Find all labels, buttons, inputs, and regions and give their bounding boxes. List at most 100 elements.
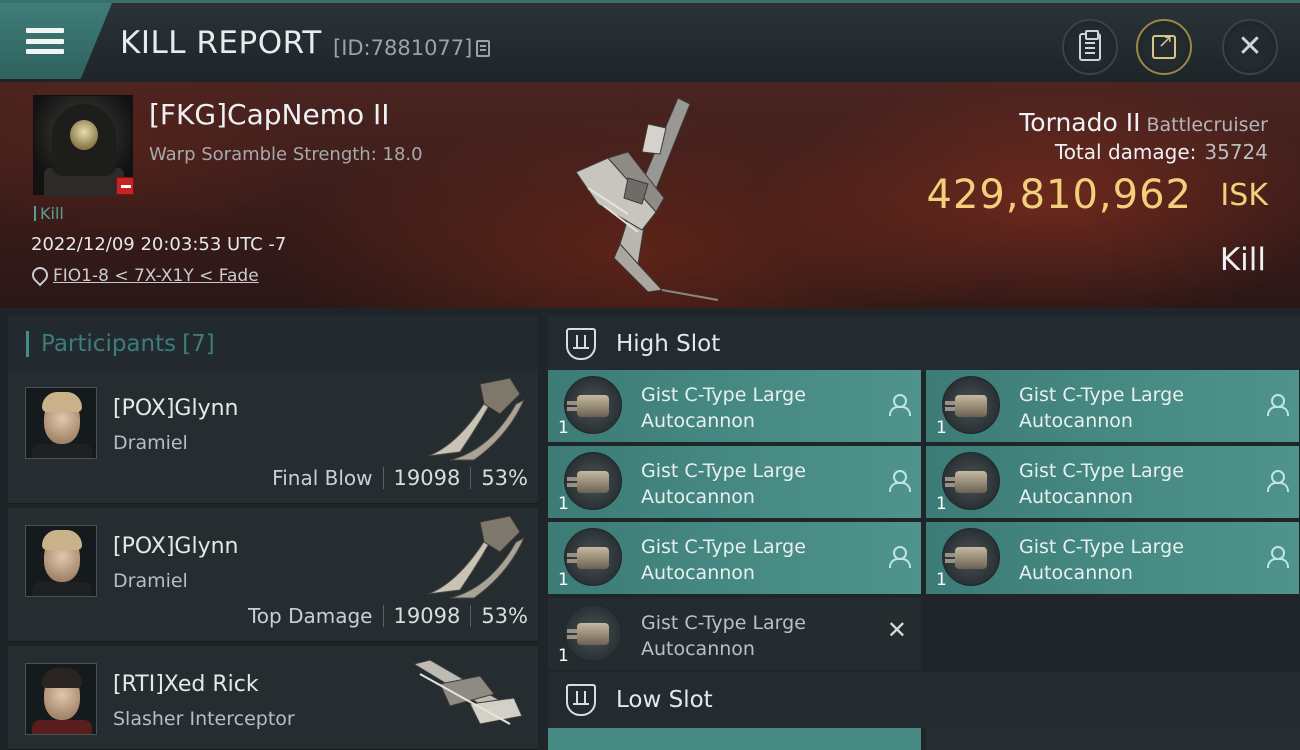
victim-subtitle: Warp Soramble Strength: 18.0: [149, 144, 423, 165]
module-item[interactable]: 1 Gist C-Type Large Autocannon: [926, 522, 1299, 594]
result-label: Kill: [1219, 242, 1266, 278]
total-damage: Total damage: 35724: [1055, 140, 1268, 164]
kill-location[interactable]: FIO1-8 < 7X-X1Y < Fade: [31, 266, 259, 286]
person-icon: [889, 470, 911, 492]
victim-ship-name[interactable]: Tornado II Battlecruiser: [1019, 108, 1268, 137]
module-name-line1: Gist C-Type Large: [1019, 536, 1184, 558]
module-name-line1: Gist C-Type Large: [641, 612, 806, 634]
kill-tag: Kill: [34, 204, 64, 223]
clipboard-button[interactable]: [1062, 19, 1118, 75]
module-quantity: 1: [558, 646, 569, 666]
location-pin-icon: [31, 267, 45, 285]
participant-name: [POX]Glynn: [113, 534, 239, 559]
participant-damage: 19098: [393, 466, 461, 490]
participant-ship-image: [427, 377, 526, 461]
low-slot-icon: [566, 684, 596, 716]
person-icon: [1267, 470, 1289, 492]
module-name-line1: Gist C-Type Large: [641, 536, 806, 558]
hamburger-icon: [26, 28, 64, 54]
header-bar: KILL REPORT [ID:7881077] ✕: [0, 0, 1300, 82]
participants-panel: Participants [7] [POX]Glynn Dramiel Fina…: [0, 308, 540, 750]
low-slot-module-peek[interactable]: [548, 728, 921, 750]
kill-timestamp: 2022/12/09 20:03:53 UTC -7: [31, 234, 287, 255]
location-link[interactable]: FIO1-8 < 7X-X1Y < Fade: [53, 266, 259, 286]
low-slot-header: Low Slot: [548, 672, 1300, 728]
participants-header: Participants [7]: [8, 316, 538, 372]
module-item[interactable]: 1 Gist C-Type Large Autocannon: [548, 446, 921, 518]
module-name: Gist C-Type Large Autocannon: [641, 458, 871, 510]
participant-name: [RTI]Xed Rick: [113, 672, 259, 697]
module-quantity: 1: [558, 494, 569, 514]
participant-card[interactable]: [POX]Glynn Dramiel Top Damage 19098 53%: [8, 508, 538, 642]
participant-ship: Dramiel: [113, 570, 188, 592]
module-name: Gist C-Type Large Autocannon: [641, 534, 871, 586]
participant-avatar[interactable]: [25, 525, 97, 597]
module-name: Gist C-Type Large Autocannon: [1019, 458, 1249, 510]
isk-unit: ISK: [1220, 178, 1268, 213]
participant-ship: Dramiel: [113, 432, 188, 454]
autocannon-icon: [564, 376, 622, 434]
divider: [470, 605, 472, 627]
participant-ship: Slasher Interceptor: [113, 708, 295, 730]
participant-stats: Top Damage 19098 53%: [248, 604, 528, 628]
report-id-text: [ID:7881077]: [333, 36, 473, 60]
share-button[interactable]: [1136, 19, 1192, 75]
victim-name[interactable]: [FKG]CapNemo II: [149, 98, 390, 131]
participant-tag: Final Blow: [272, 466, 373, 490]
menu-button[interactable]: [0, 3, 112, 79]
module-item[interactable]: 1 Gist C-Type Large Autocannon ✕: [548, 598, 921, 670]
ship-class: Battlecruiser: [1146, 114, 1268, 136]
person-icon: [1267, 546, 1289, 568]
divider: [470, 467, 472, 489]
participant-ship-image: [412, 659, 523, 725]
module-name-line2: Autocannon: [1019, 562, 1133, 584]
participants-title: Participants: [41, 331, 177, 357]
module-name-line2: Autocannon: [1019, 410, 1133, 432]
high-slot-title: High Slot: [616, 331, 721, 357]
page-title: KILL REPORT: [120, 25, 322, 61]
module-quantity: 1: [936, 494, 947, 514]
module-name: Gist C-Type Large Autocannon: [641, 382, 871, 434]
autocannon-icon: [942, 452, 1000, 510]
module-item[interactable]: 1 Gist C-Type Large Autocannon: [926, 370, 1299, 442]
total-damage-value: 35724: [1204, 140, 1268, 164]
person-icon: [889, 394, 911, 416]
participant-stats: Final Blow 19098 53%: [272, 466, 528, 490]
participant-percent: 53%: [481, 604, 528, 628]
module-name-line2: Autocannon: [641, 410, 755, 432]
close-button[interactable]: ✕: [1222, 19, 1278, 75]
autocannon-icon: [942, 528, 1000, 586]
isk-value: 429,810,962: [926, 172, 1192, 218]
module-name-line2: Autocannon: [641, 486, 755, 508]
destroyed-x-icon: ✕: [886, 616, 907, 644]
victim-ship-image: [575, 97, 719, 301]
module-name: Gist C-Type Large Autocannon: [1019, 534, 1249, 586]
module-quantity: 1: [558, 570, 569, 590]
participant-card[interactable]: [POX]Glynn Dramiel Final Blow 19098 53%: [8, 370, 538, 504]
low-slot-module-peek[interactable]: [926, 728, 1300, 750]
divider: [382, 605, 384, 627]
close-icon: ✕: [1237, 29, 1263, 64]
ship-name-text: Tornado II: [1019, 108, 1141, 137]
participant-tag: Top Damage: [247, 604, 373, 628]
high-slot-header: High Slot: [548, 316, 1300, 372]
module-name: Gist C-Type Large Autocannon: [1019, 382, 1249, 434]
module-quantity: 1: [936, 570, 947, 590]
module-quantity: 1: [936, 418, 947, 438]
module-name-line1: Gist C-Type Large: [1019, 460, 1184, 482]
module-name-line1: Gist C-Type Large: [1019, 384, 1184, 406]
person-icon: [889, 546, 911, 568]
participant-avatar[interactable]: [25, 663, 97, 735]
participant-avatar[interactable]: [25, 387, 97, 459]
participant-card[interactable]: [RTI]Xed Rick Slasher Interceptor: [8, 646, 538, 750]
module-name: Gist C-Type Large Autocannon: [641, 610, 871, 662]
copy-icon[interactable]: [476, 39, 491, 57]
module-item[interactable]: 1 Gist C-Type Large Autocannon: [548, 370, 921, 442]
module-item[interactable]: 1 Gist C-Type Large Autocannon: [926, 446, 1299, 518]
module-item[interactable]: 1 Gist C-Type Large Autocannon: [548, 522, 921, 594]
victim-banner: [FKG]CapNemo II Warp Soramble Strength: …: [0, 82, 1300, 308]
report-id[interactable]: [ID:7881077]: [333, 36, 491, 60]
participant-name: [POX]Glynn: [113, 396, 239, 421]
module-name-line2: Autocannon: [641, 638, 755, 660]
participant-percent: 53%: [481, 466, 528, 490]
